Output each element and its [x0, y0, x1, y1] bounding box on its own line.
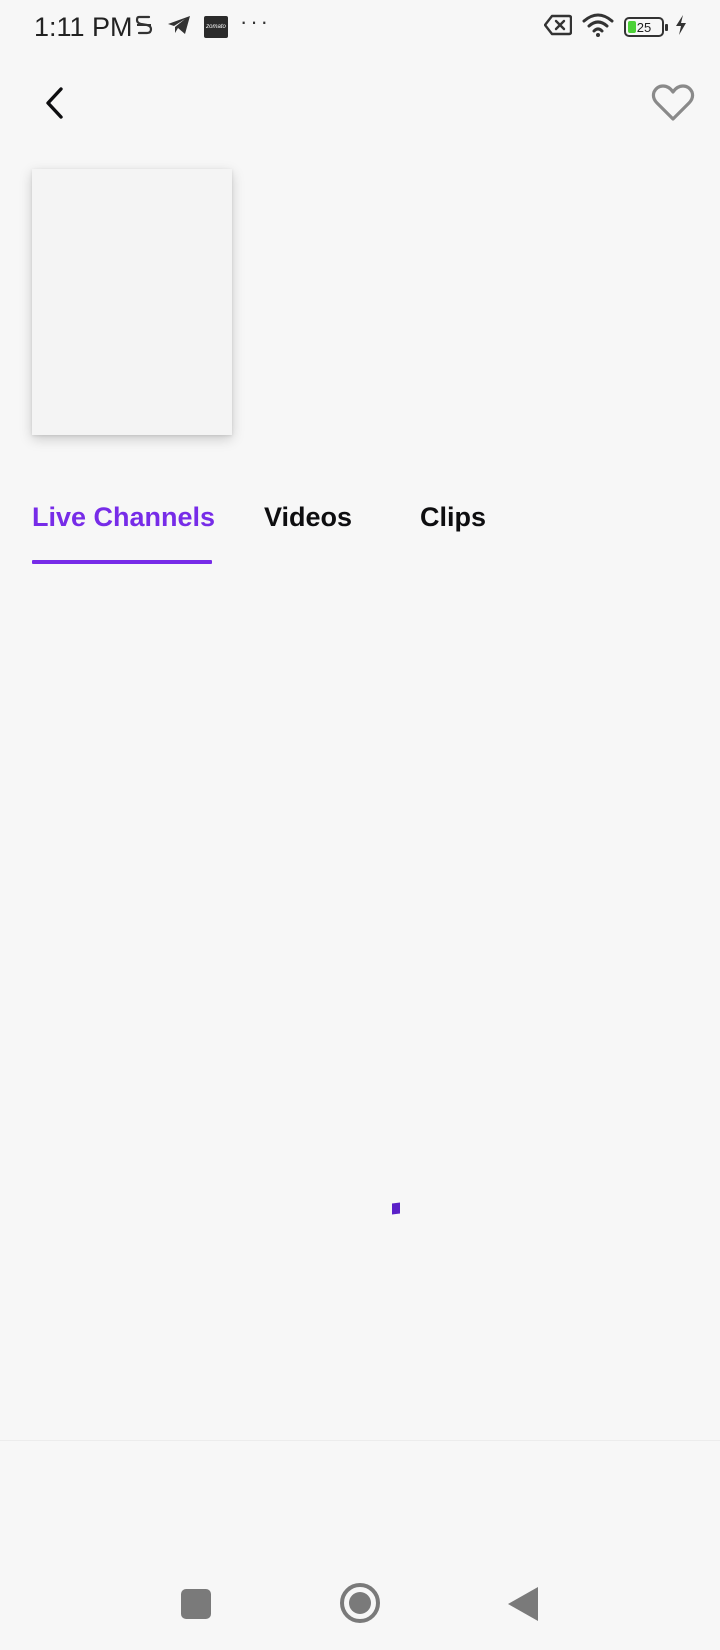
back-button[interactable] [30, 80, 80, 130]
wifi-icon [582, 13, 614, 42]
heart-outline-icon [651, 83, 695, 128]
square-icon[interactable] [181, 1589, 211, 1619]
tab-clips[interactable]: Clips [420, 494, 520, 564]
data-saver-icon [134, 13, 154, 42]
category-box-art [32, 169, 232, 435]
content-tabs: Live Channels Videos Clips [32, 494, 520, 564]
follow-button[interactable] [648, 80, 698, 130]
status-bar: 1:11 PM zomato ··· 25 [0, 0, 720, 54]
tab-live-channels-label: Live Channels [32, 502, 216, 532]
triangle-back-icon[interactable] [508, 1587, 538, 1621]
sim-off-icon [543, 14, 573, 41]
system-nav-bar [0, 1560, 720, 1650]
telegram-icon [166, 14, 192, 41]
battery-fill [628, 21, 636, 33]
battery-level: 25 [636, 19, 652, 35]
content-divider [0, 1440, 720, 1441]
tab-clips-label: Clips [420, 502, 487, 532]
charging-icon [674, 14, 688, 41]
tab-videos-label: Videos [264, 502, 353, 532]
zomato-icon: zomato [204, 16, 228, 38]
tab-videos[interactable]: Videos [264, 494, 420, 564]
more-notifications-icon: ··· [240, 9, 271, 34]
active-tab-indicator [32, 560, 212, 564]
status-time: 1:11 PM [34, 12, 133, 42]
home-dot [349, 1592, 371, 1614]
notification-icons: zomato ··· [134, 9, 271, 42]
loading-spinner [392, 1202, 400, 1215]
battery-icon: 25 [624, 17, 668, 37]
chevron-left-icon [42, 86, 68, 125]
tab-live-channels[interactable]: Live Channels [32, 494, 264, 564]
system-icons: 25 [543, 12, 688, 42]
circle-home-icon[interactable] [340, 1583, 380, 1623]
zomato-text: zomato [206, 24, 226, 30]
screen: 1:11 PM zomato ··· 25 Live Channels Vide… [0, 0, 720, 1650]
